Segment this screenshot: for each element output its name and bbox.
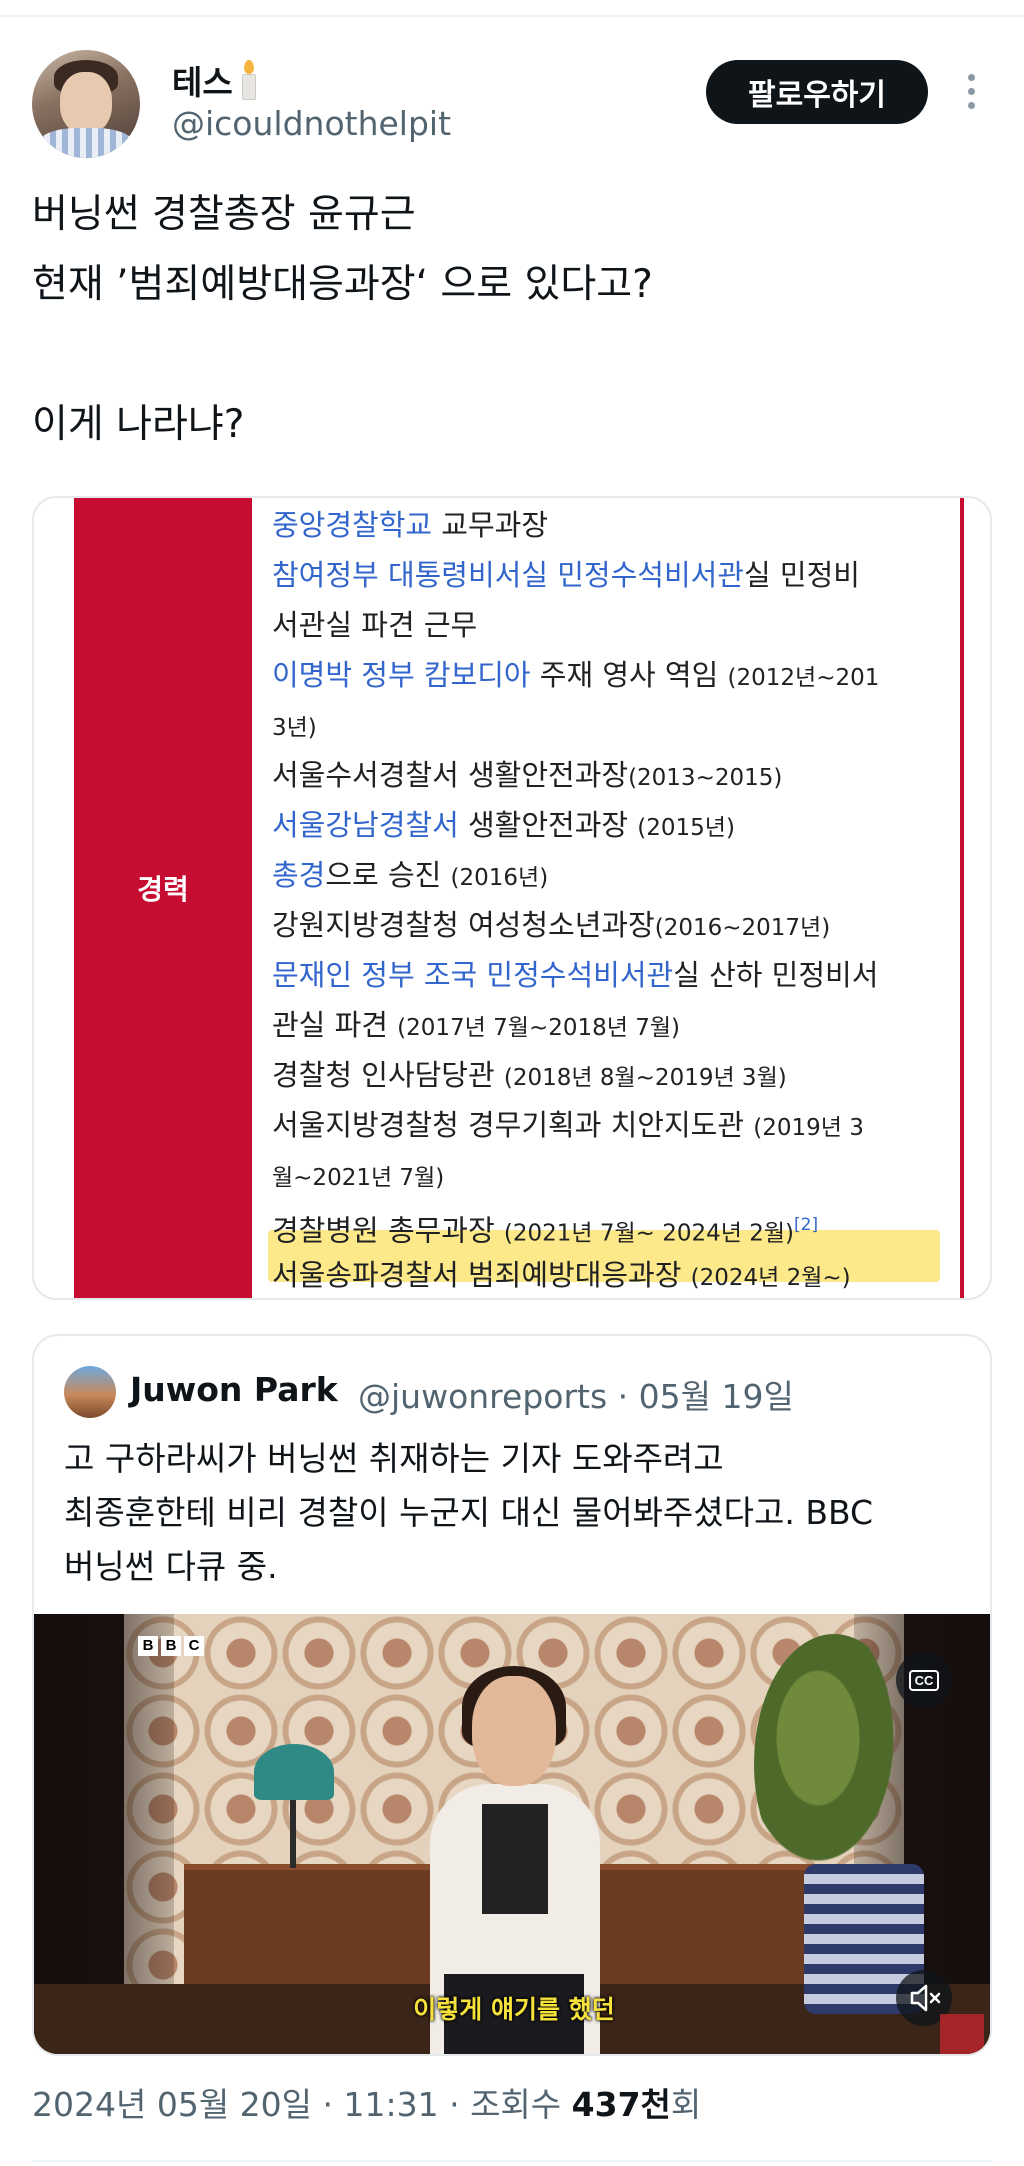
author-avatar[interactable] xyxy=(32,50,140,158)
tweet-timestamp[interactable]: 2024년 05월 20일 · 11:31 · 조회수 xyxy=(32,2085,572,2124)
tweet-meta: 2024년 05월 20일 · 11:31 · 조회수 437천회 xyxy=(32,2078,701,2126)
table-border xyxy=(960,498,964,1298)
career-link[interactable]: 참여정부 대통령비서실 민정수석비서관 xyxy=(272,558,744,592)
career-line: 강원지방경찰청 여성청소년과장(2016~2017년) xyxy=(272,900,830,950)
cc-icon: CC xyxy=(908,1669,940,1691)
career-line: 관실 파견 (2017년 7월~2018년 7월) xyxy=(272,1000,680,1050)
career-line: 이명박 정부 캄보디아 주재 영사 역임 (2012년~201 xyxy=(272,650,879,700)
bbc-logo: B B C xyxy=(138,1636,204,1656)
career-period: (2017년 7월~2018년 7월) xyxy=(397,1015,680,1041)
video-player[interactable]: B B C CC 이렇게 얘기를 했던 xyxy=(34,1614,990,2054)
career-text: 강원지방경찰청 여성청소년과장 xyxy=(272,908,655,942)
candle-icon xyxy=(239,60,259,100)
top-divider xyxy=(0,15,1024,17)
career-period: (2016~2017년) xyxy=(654,915,831,941)
views-count: 437천 xyxy=(571,2085,671,2124)
broadcaster-watermark xyxy=(940,2014,984,2054)
views-suffix: 회 xyxy=(670,2085,702,2124)
quoted-tweet-text: 고 구하라씨가 버닝썬 취재하는 기자 도와주려고 최종훈한테 비리 경찰이 누… xyxy=(64,1439,874,1586)
career-period: (2012년~201 xyxy=(727,665,880,691)
career-line: 서울수서경찰서 생활안전과장(2013~2015) xyxy=(272,750,782,800)
career-period: (2019년 3 xyxy=(753,1115,864,1141)
career-text: 생활안전과장 xyxy=(458,808,638,842)
career-text: 서울수서경찰서 생활안전과장 xyxy=(272,758,629,792)
career-period: (2021년 7월~ 2024년 2월) xyxy=(503,1220,795,1247)
captions-button[interactable]: CC xyxy=(896,1652,952,1708)
more-icon[interactable] xyxy=(962,72,980,112)
career-text: 주재 영사 역임 xyxy=(530,658,728,692)
career-line: 서울강남경찰서 생활안전과장 (2015년) xyxy=(272,800,735,850)
career-line: 서관실 파견 근무 xyxy=(272,600,477,650)
career-text: 으로 승진 xyxy=(325,858,451,892)
bottom-divider xyxy=(32,2160,992,2162)
career-line: 총경으로 승진 (2016년) xyxy=(272,850,548,900)
career-text: 교무과장 xyxy=(432,508,549,542)
career-link[interactable]: 서울강남경찰서 xyxy=(272,808,459,842)
career-text: 실 산하 민정비서 xyxy=(673,958,879,992)
tweet-image[interactable]: 경력 중앙경찰학교 교무과장 참여정부 대통령비서실 민정수석비서관실 민정비 서관… xyxy=(32,496,992,1300)
video-subtitle: 이렇게 얘기를 했던 xyxy=(413,1995,615,2024)
career-text: 실 민정비 xyxy=(744,558,860,592)
career-label: 경력 xyxy=(137,873,189,906)
career-link[interactable]: 이명박 정부 캄보디아 xyxy=(272,658,531,692)
career-line: 월~2021년 7월) xyxy=(272,1150,444,1200)
career-line: 경찰병원 총무과장 (2021년 7월~ 2024년 2월)[2] xyxy=(272,1200,818,1250)
career-line: 경찰청 인사담당관 (2018년 8월~2019년 3월) xyxy=(272,1050,787,1100)
quoted-author-name[interactable]: Juwon Park xyxy=(130,1370,338,1409)
bbc-logo-letter: B xyxy=(138,1636,158,1656)
career-text: 경찰청 인사담당관 xyxy=(272,1058,504,1092)
author-display-name[interactable]: 테스 xyxy=(172,56,259,104)
career-line: 서울송파경찰서 범죄예방대응과장 (2024년 2월~) xyxy=(272,1250,851,1298)
career-text: 경찰병원 총무과장 xyxy=(272,1213,504,1248)
career-link[interactable]: 문재인 정부 조국 민정수석비서관 xyxy=(272,958,673,992)
career-period: 월~2021년 7월) xyxy=(272,1165,445,1191)
career-line: 3년) xyxy=(272,700,317,750)
career-line: 참여정부 대통령비서실 민정수석비서관실 민정비 xyxy=(272,550,860,600)
career-period: (2018년 8월~2019년 3월) xyxy=(503,1065,787,1091)
career-text: 서울지방경찰청 경무기획과 치안지도관 xyxy=(272,1108,754,1142)
quoted-author-handle-date[interactable]: @juwonreports · 05월 19일 xyxy=(358,1370,794,1418)
career-line: 중앙경찰학교 교무과장 xyxy=(272,500,548,550)
author-handle[interactable]: @icouldnothelpit xyxy=(172,104,451,143)
tweet-text: 버닝썬 경찰총장 윤규근 현재 ’범죄예방대응과장‘ 으로 있다고? 이게 나라… xyxy=(32,192,653,447)
quoted-tweet[interactable]: Juwon Park @juwonreports · 05월 19일 고 구하라… xyxy=(32,1334,992,2056)
career-text: 서관실 파견 근무 xyxy=(272,608,478,642)
career-link[interactable]: 총경 xyxy=(272,858,325,892)
quoted-author-avatar[interactable] xyxy=(64,1366,116,1418)
career-period: (2015년) xyxy=(637,815,735,841)
career-line: 문재인 정부 조국 민정수석비서관실 산하 민정비서 xyxy=(272,950,878,1000)
author-name-text[interactable]: 테스 xyxy=(172,56,233,104)
career-text: 서울송파경찰서 범죄예방대응과장 xyxy=(272,1258,691,1292)
bbc-logo-letter: B xyxy=(161,1636,181,1656)
career-text: 관실 파견 xyxy=(272,1008,398,1042)
footnote-ref-link[interactable]: [2] xyxy=(794,1215,818,1235)
career-period: (2024년 2월~) xyxy=(690,1265,851,1291)
follow-button[interactable]: 팔로우하기 xyxy=(706,60,928,124)
career-period: 3년) xyxy=(272,715,317,741)
bbc-logo-letter: C xyxy=(184,1636,204,1656)
career-line: 서울지방경찰청 경무기획과 치안지도관 (2019년 3 xyxy=(272,1100,864,1150)
career-period: (2013~2015) xyxy=(628,765,783,791)
career-link[interactable]: 중앙경찰학교 xyxy=(272,508,432,542)
career-period: (2016년) xyxy=(450,865,549,891)
